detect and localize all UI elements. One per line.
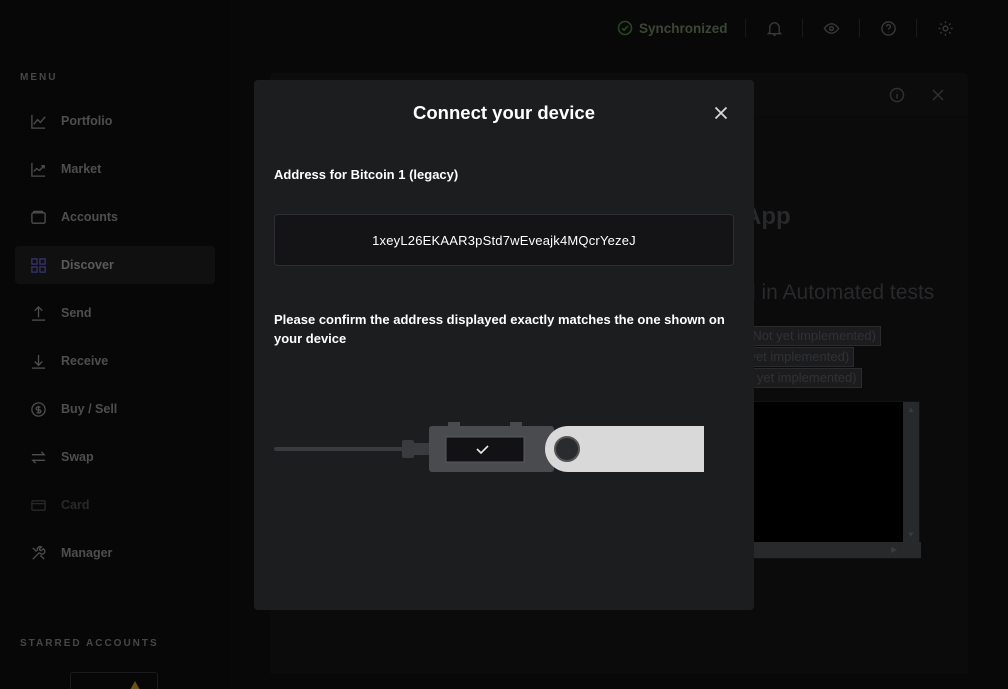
usb-plug (410, 443, 430, 455)
close-icon[interactable] (712, 104, 730, 122)
ledger-device-illustration (274, 422, 704, 472)
usb-cable (274, 447, 404, 451)
device-swivel-button (554, 436, 580, 462)
modal-title: Connect your device (413, 102, 595, 123)
app-window: MENU Portfolio Market Accounts Discover … (0, 0, 1008, 689)
address-display[interactable]: 1xeyL26EKAAR3pStd7wEveajk4MQcrYezeJ (274, 214, 734, 266)
confirm-instructions: Please confirm the address displayed exa… (274, 312, 725, 346)
connect-device-modal: Connect your device Address for Bitcoin … (254, 80, 754, 610)
address-label: Address for Bitcoin 1 (legacy) (274, 167, 459, 182)
